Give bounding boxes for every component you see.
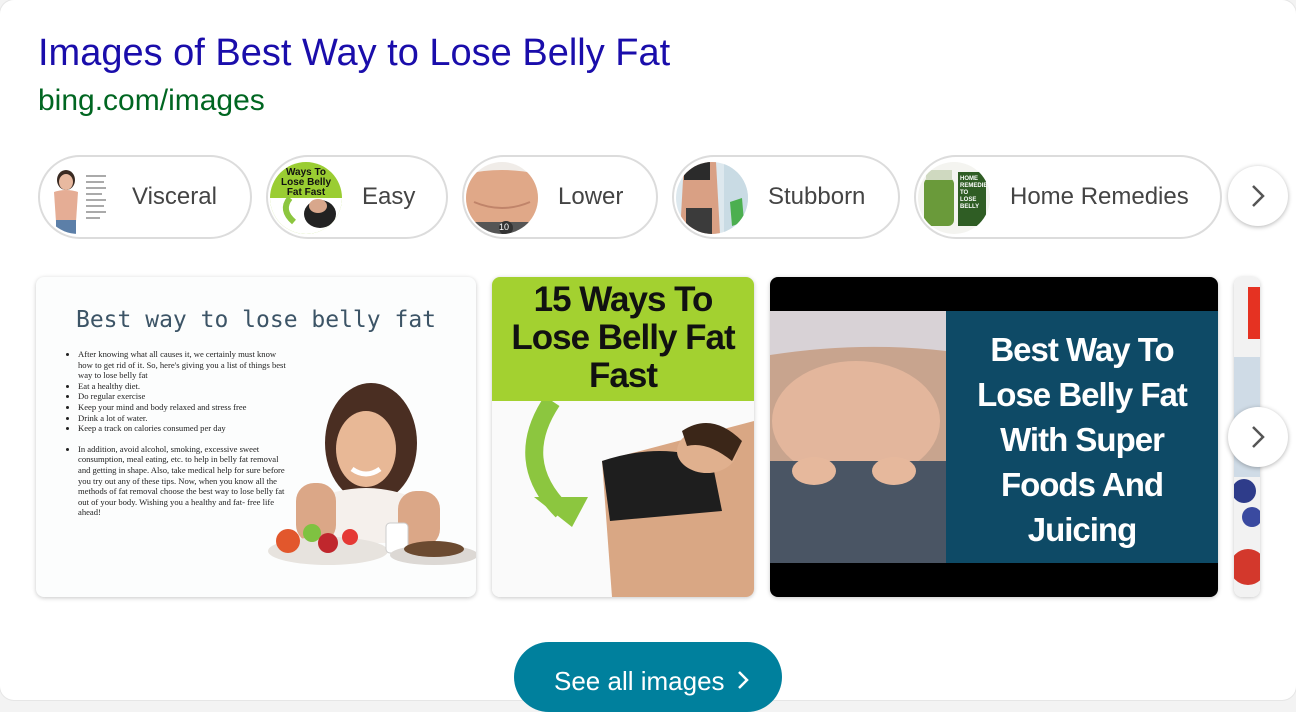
- see-all-images-button[interactable]: See all images: [514, 642, 782, 712]
- bullet-item: Keep a track on calories consumed per da…: [78, 423, 290, 434]
- headline-line: Lose Belly Fat: [977, 376, 1188, 413]
- image-result-1[interactable]: Best way to lose belly fat After knowing…: [36, 277, 476, 597]
- image-headline: 15 Ways To Lose Belly Fat Fast: [492, 281, 754, 395]
- chevron-right-icon: [1252, 426, 1265, 448]
- chip-stubborn[interactable]: Stubborn: [672, 155, 900, 239]
- chip-label: Visceral: [132, 183, 217, 210]
- chip-easy[interactable]: Ways To Lose Belly Fat Fast Easy: [266, 155, 448, 239]
- image-answer-card: Images of Best Way to Lose Belly Fat bin…: [0, 0, 1296, 712]
- chip-label: Easy: [362, 183, 416, 210]
- bullet-item: Keep your mind and body relaxed and stre…: [78, 402, 290, 413]
- headline-line: Foods And: [1000, 466, 1164, 503]
- chip-thumbnail: HOME REMEDIES TO LOSE BELLY: [918, 162, 990, 234]
- result-url: bing.com/images: [38, 84, 265, 117]
- bullet-item: After knowing what all causes it, we cer…: [78, 349, 290, 381]
- abs-woman-image: [492, 401, 754, 597]
- headline-line: Best Way To: [990, 331, 1174, 368]
- chevron-right-icon: [738, 671, 749, 689]
- images-next-button[interactable]: [1228, 407, 1288, 467]
- headline-line: With Super: [1000, 421, 1165, 458]
- bullet-item: In addition, avoid alcohol, smoking, exc…: [78, 444, 290, 518]
- chip-home-remedies[interactable]: HOME REMEDIES TO LOSE BELLY Home Remedie…: [914, 155, 1222, 239]
- chips-next-button[interactable]: [1228, 166, 1288, 226]
- chip-thumb-badge: 10: [499, 222, 510, 232]
- headline-line: 15 Ways To: [533, 280, 714, 319]
- bullet-item: Drink a lot of water.: [78, 413, 290, 424]
- chip-thumb-text: Ways To Lose Belly Fat Fast: [280, 167, 332, 198]
- see-all-label: See all images: [554, 666, 725, 696]
- chip-label: Stubborn: [768, 183, 866, 210]
- image-result-3[interactable]: Best Way To Lose Belly Fat With Super Fo…: [770, 277, 1218, 597]
- chevron-right-icon: [1252, 185, 1265, 207]
- image-heading: Best way to lose belly fat: [75, 307, 437, 333]
- image-bullet-list: After knowing what all causes it, we cer…: [64, 349, 290, 518]
- bullet-item: Do regular exercise: [78, 391, 290, 402]
- bullet-item: Eat a healthy diet.: [78, 381, 290, 392]
- chip-visceral[interactable]: Visceral: [38, 155, 252, 239]
- woman-with-fruit-image: [268, 383, 476, 565]
- chip-label: Home Remedies: [1010, 183, 1189, 210]
- chip-thumbnail: [42, 162, 114, 234]
- result-title-link[interactable]: Images of Best Way to Lose Belly Fat: [38, 32, 670, 75]
- image-headline: Best Way To Lose Belly Fat With Super Fo…: [946, 327, 1218, 552]
- chip-thumb-text: HOME REMEDIES TO LOSE BELLY: [960, 176, 990, 210]
- chip-thumbnail: Ways To Lose Belly Fat Fast: [270, 162, 342, 234]
- chip-thumbnail: [676, 162, 748, 234]
- chip-label: Lower: [558, 183, 624, 210]
- headline-line: Juicing: [1027, 511, 1138, 548]
- headline-line: Lose Belly Fat: [511, 318, 735, 357]
- image-result-2[interactable]: 15 Ways To Lose Belly Fat Fast: [492, 277, 754, 597]
- chip-thumbnail: 10: [466, 162, 538, 234]
- chip-lower[interactable]: 10 Lower: [462, 155, 658, 239]
- headline-line: Fast: [589, 356, 658, 395]
